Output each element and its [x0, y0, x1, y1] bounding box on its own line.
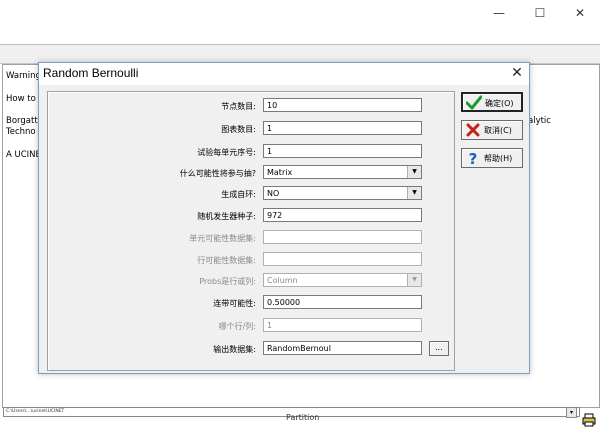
log-line: How to: [6, 94, 36, 104]
probability-source-value: Matrix: [267, 168, 293, 177]
probability-source-select[interactable]: Matrix ▼: [263, 165, 422, 179]
output-dataset-label: 输出数据集:: [213, 345, 256, 354]
log-line: A UCINE: [6, 150, 41, 160]
probs-row-or-column-value: Column: [267, 276, 298, 285]
self-loops-label: 生成自环:: [221, 190, 256, 199]
which-row-column-label: 哪个行/列:: [218, 322, 256, 331]
graph-count-input[interactable]: 1: [263, 121, 422, 135]
form-rows: 节点数目: 10 图表数目: 1 试验每单元序号: 1 什么可能性将参与抽? M…: [38, 62, 528, 372]
log-line-fragment: alytic: [528, 116, 551, 126]
node-count-label: 节点数目:: [221, 102, 256, 111]
trials-per-cell-label: 试验每单元序号:: [197, 148, 256, 157]
row-probability-dataset-input[interactable]: [263, 252, 422, 266]
random-seed-input[interactable]: 972: [263, 208, 422, 222]
bottom-label: Partition: [286, 413, 320, 422]
which-row-column-input[interactable]: 1: [263, 318, 422, 332]
graph-count-label: 图表数目:: [221, 125, 256, 134]
random-seed-label: 随机发生器种子:: [197, 212, 256, 221]
chevron-down-icon[interactable]: ▼: [407, 187, 421, 199]
log-line: Borgatti: [6, 116, 41, 126]
maximize-button[interactable]: ☐: [530, 6, 550, 20]
output-dataset-input[interactable]: RandomBernoul: [263, 341, 422, 355]
browse-button-label: ...: [435, 343, 443, 352]
status-dropdown-button[interactable]: ▾: [566, 407, 577, 418]
tie-probability-label: 连带可能性:: [213, 299, 256, 308]
tie-probability-input[interactable]: 0.50000: [263, 295, 422, 309]
close-window-button[interactable]: ✕: [570, 6, 590, 20]
probability-source-label: 什么可能性将参与抽?: [179, 169, 256, 178]
log-line: Warning: [6, 71, 41, 81]
probs-row-or-column-label: Probs是行或列:: [199, 277, 256, 286]
cell-probability-dataset-input[interactable]: [263, 230, 422, 244]
probs-row-or-column-select[interactable]: Column ▼: [263, 273, 422, 287]
cell-probability-dataset-label: 单元可能性数据集:: [189, 234, 256, 243]
self-loops-select[interactable]: NO ▼: [263, 186, 422, 200]
minimize-button[interactable]: —: [489, 6, 509, 20]
row-probability-dataset-label: 行可能性数据集:: [197, 256, 256, 265]
chevron-down-icon[interactable]: ▼: [407, 274, 421, 286]
trials-per-cell-input[interactable]: 1: [263, 144, 422, 158]
self-loops-value: NO: [267, 189, 280, 198]
printer-icon[interactable]: [582, 413, 596, 427]
browse-button[interactable]: ...: [429, 341, 449, 356]
chevron-down-icon[interactable]: ▼: [407, 166, 421, 178]
node-count-input[interactable]: 10: [263, 98, 422, 112]
status-path: C:\Users\...\ucinet\UCINET: [6, 409, 65, 414]
log-line: Techno: [6, 127, 36, 137]
background-window-titlebar: — ☐ ✕: [0, 0, 600, 44]
